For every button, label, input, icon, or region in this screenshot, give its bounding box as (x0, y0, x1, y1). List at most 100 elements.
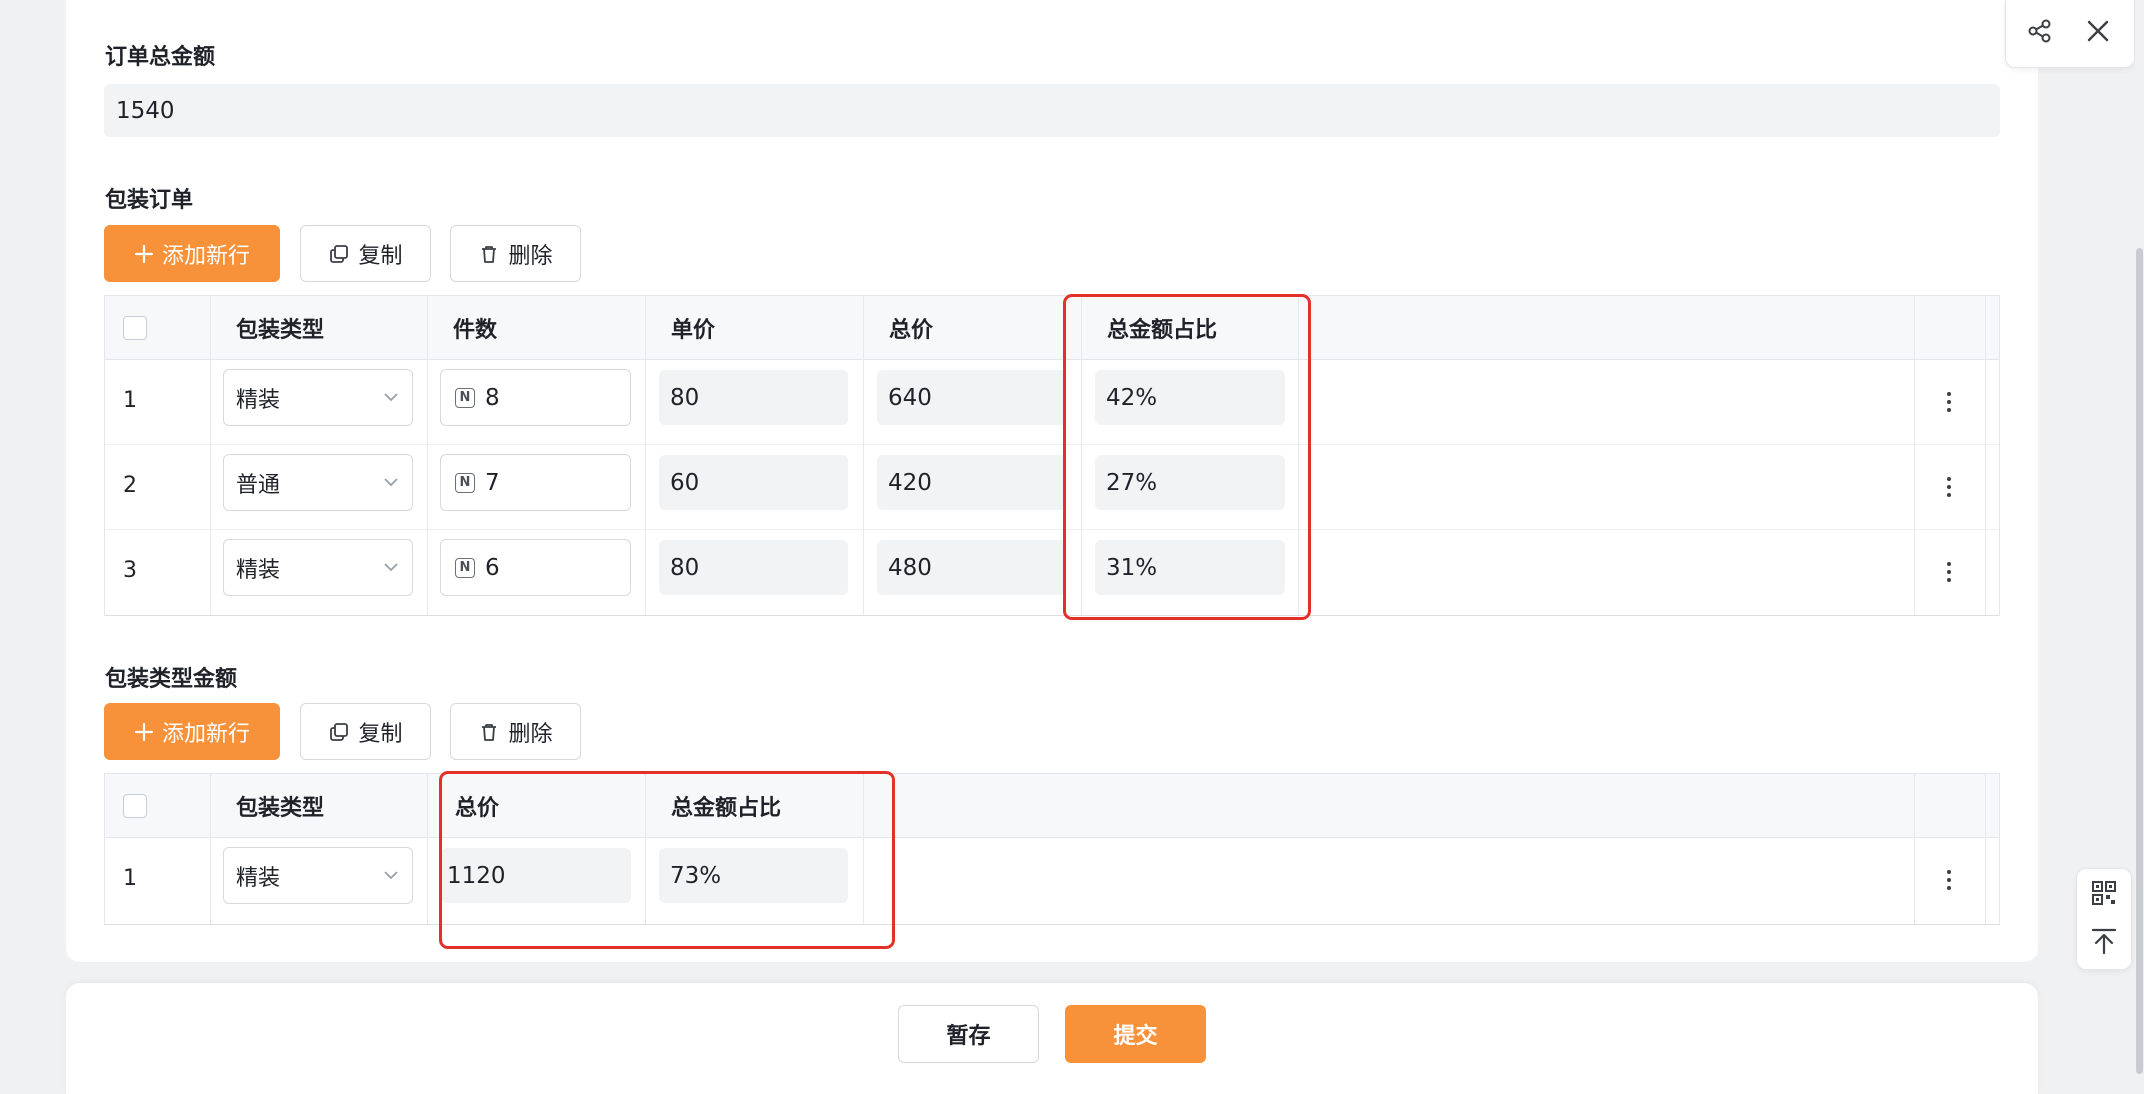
type-select[interactable]: 普通 (223, 454, 413, 511)
order-total-field[interactable]: 1540 (104, 84, 2000, 137)
column-divider (1985, 774, 1986, 924)
table-header: 包装类型 件数 单价 总价 总金额占比 (105, 296, 1999, 360)
type-select[interactable]: 精装 (223, 847, 413, 904)
unit-price-field[interactable]: 80 (659, 370, 848, 425)
copy-label: 复制 (358, 721, 403, 747)
number-icon: N (455, 472, 475, 493)
table-row: 2 普通 N 7 60 420 27% (105, 445, 1999, 530)
column-divider (427, 774, 428, 924)
total-field[interactable]: 480 (877, 540, 1066, 595)
table-row: 3 精装 N 6 80 480 31% (105, 530, 1999, 615)
col-header-type: 包装类型 (236, 796, 325, 821)
col-header-ratio: 总金额占比 (671, 796, 782, 821)
column-divider (427, 296, 428, 615)
share-icon[interactable] (2023, 14, 2057, 48)
type-select[interactable]: 精装 (223, 369, 413, 426)
total-field[interactable]: 420 (877, 455, 1066, 510)
ratio-field[interactable]: 42% (1095, 370, 1285, 425)
column-divider (1081, 296, 1082, 615)
close-icon[interactable] (2081, 14, 2115, 48)
column-divider (1985, 296, 1986, 615)
qrcode-icon[interactable] (2089, 878, 2119, 908)
column-divider (1914, 774, 1915, 924)
number-icon: N (455, 387, 475, 408)
plus-icon (134, 244, 154, 263)
ratio-field[interactable]: 31% (1095, 540, 1285, 595)
more-vertical-icon[interactable] (1937, 865, 1961, 895)
scrollbar-thumb[interactable] (2136, 248, 2143, 1074)
type-amount-table: 包装类型 总价 总金额占比 1 精装 1120 73% (104, 773, 2000, 925)
chevron-down-icon (384, 563, 398, 572)
plus-icon (134, 722, 154, 741)
delete-label: 删除 (508, 243, 553, 269)
qty-value: 7 (485, 469, 500, 496)
save-draft-button[interactable]: 暂存 (898, 1005, 1039, 1063)
submit-button[interactable]: 提交 (1065, 1005, 1206, 1063)
row-index: 3 (123, 558, 137, 583)
column-divider (1914, 296, 1915, 615)
type-select-value: 精装 (236, 387, 281, 413)
col-header-unit-price: 单价 (671, 318, 716, 343)
column-divider (863, 774, 864, 924)
col-header-type: 包装类型 (236, 318, 325, 343)
qty-input[interactable]: N 8 (440, 369, 631, 426)
column-divider (645, 774, 646, 924)
trash-icon (482, 245, 497, 263)
column-divider (1298, 296, 1299, 615)
row-index: 1 (123, 866, 137, 891)
copy-icon (330, 244, 349, 263)
unit-price-field[interactable]: 60 (659, 455, 848, 510)
type-select-value: 普通 (236, 472, 281, 498)
back-to-top-icon[interactable] (2089, 926, 2119, 956)
add-row-label: 添加新行 (161, 721, 250, 747)
chevron-down-icon (384, 478, 398, 487)
qty-value: 6 (485, 554, 500, 581)
type-select-value: 精装 (236, 557, 281, 583)
number-icon: N (455, 557, 475, 578)
type-amount-title: 包装类型金额 (105, 667, 238, 692)
type-select-value: 精装 (236, 865, 281, 891)
type-select[interactable]: 精装 (223, 539, 413, 596)
delete-label: 删除 (508, 721, 553, 747)
copy-icon (330, 722, 349, 741)
ratio-field[interactable]: 73% (659, 848, 848, 903)
table-header: 包装类型 总价 总金额占比 (105, 774, 1999, 838)
trash-icon (482, 723, 497, 741)
chevron-down-icon (384, 871, 398, 880)
qty-input[interactable]: N 7 (440, 454, 631, 511)
more-vertical-icon[interactable] (1937, 387, 1961, 417)
packaging-delete-button[interactable]: 删除 (450, 225, 581, 282)
col-header-ratio: 总金额占比 (1107, 318, 1218, 343)
chevron-down-icon (384, 393, 398, 402)
select-all-checkbox[interactable] (123, 794, 147, 818)
table-row: 1 精装 1120 73% (105, 838, 1999, 923)
col-header-total: 总价 (455, 796, 500, 821)
qty-input[interactable]: N 6 (440, 539, 631, 596)
column-divider (645, 296, 646, 615)
select-all-checkbox[interactable] (123, 316, 147, 340)
total-field[interactable]: 640 (877, 370, 1066, 425)
type-amount-delete-button[interactable]: 删除 (450, 703, 581, 760)
order-total-label: 订单总金额 (105, 45, 216, 70)
more-vertical-icon[interactable] (1937, 557, 1961, 587)
type-amount-copy-button[interactable]: 复制 (300, 703, 431, 760)
column-divider (210, 774, 211, 924)
unit-price-field[interactable]: 80 (659, 540, 848, 595)
packaging-order-title: 包装订单 (105, 188, 194, 213)
copy-label: 复制 (358, 243, 403, 269)
row-index: 1 (123, 388, 137, 413)
packaging-add-row-button[interactable]: 添加新行 (104, 225, 280, 282)
col-header-qty: 件数 (453, 318, 498, 343)
ratio-field[interactable]: 27% (1095, 455, 1285, 510)
packaging-copy-button[interactable]: 复制 (300, 225, 431, 282)
qty-value: 8 (485, 384, 500, 411)
type-amount-add-row-button[interactable]: 添加新行 (104, 703, 280, 760)
more-vertical-icon[interactable] (1937, 472, 1961, 502)
footer-bar (66, 983, 2038, 1094)
table-row: 1 精装 N 8 80 640 42% (105, 360, 1999, 445)
col-header-total: 总价 (889, 318, 934, 343)
packaging-order-table: 包装类型 件数 单价 总价 总金额占比 1 精装 N 8 80 640 42% … (104, 295, 2000, 616)
add-row-label: 添加新行 (161, 243, 250, 269)
total-field[interactable]: 1120 (441, 848, 631, 903)
column-divider (210, 296, 211, 615)
